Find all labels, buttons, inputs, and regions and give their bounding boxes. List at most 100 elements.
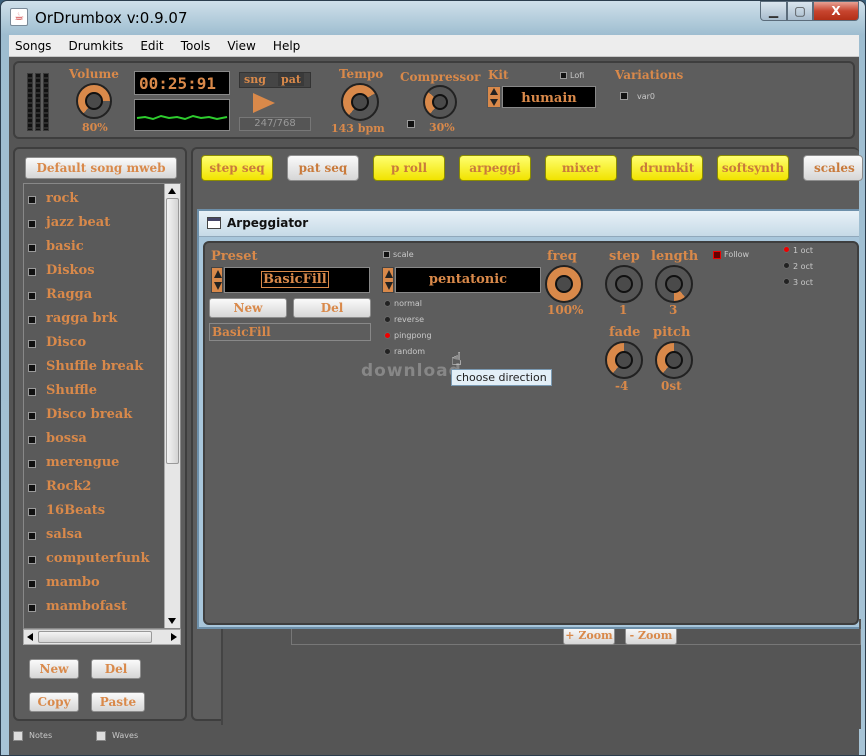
tab-softsynth[interactable]: softsynth (717, 155, 789, 181)
fade-knob[interactable] (605, 341, 643, 379)
song-led[interactable] (28, 412, 36, 420)
tab-arpeggi[interactable]: arpeggi (459, 155, 531, 181)
arpeggiator-titlebar[interactable]: Arpeggiator (199, 211, 859, 237)
song-list-item[interactable]: jazz beat (24, 212, 164, 236)
hscroll-thumb[interactable] (38, 631, 152, 643)
song-name[interactable]: Disco break (46, 407, 132, 422)
song-name[interactable]: Ragga (46, 287, 92, 302)
tempo-knob[interactable] (341, 83, 379, 121)
minimize-button[interactable]: ▁ (760, 1, 787, 21)
song-led[interactable] (28, 484, 36, 492)
direction-reverse-radio[interactable] (384, 316, 391, 323)
zoom-out-button[interactable]: - Zoom (625, 627, 677, 645)
song-list-item[interactable]: salsa (24, 524, 164, 548)
song-led[interactable] (28, 220, 36, 228)
step-knob[interactable] (605, 265, 643, 303)
song-led[interactable] (28, 292, 36, 300)
direction-normal-radio[interactable] (384, 300, 391, 307)
preset-spinner[interactable] (211, 267, 223, 293)
song-name[interactable]: rock (46, 191, 78, 206)
default-song-button[interactable]: Default song mweb (25, 157, 177, 179)
scroll-left-icon[interactable] (27, 633, 33, 641)
song-name[interactable]: Shuffle (46, 383, 97, 398)
menu-view[interactable]: View (221, 35, 261, 57)
delete-song-button[interactable]: Del (91, 659, 141, 679)
song-list-item[interactable]: Disco (24, 332, 164, 356)
song-name[interactable]: computerfunk (46, 551, 150, 566)
song-list-item[interactable]: Shuffle break (24, 356, 164, 380)
song-name[interactable]: Shuffle break (46, 359, 143, 374)
scale-led[interactable] (383, 251, 390, 258)
song-name[interactable]: merengue (46, 455, 119, 470)
song-list-item[interactable]: computerfunk (24, 548, 164, 572)
song-list-item[interactable]: Shuffle (24, 380, 164, 404)
menu-songs[interactable]: Songs (9, 35, 57, 57)
song-led[interactable] (28, 316, 36, 324)
kit-spinner[interactable] (487, 86, 501, 108)
scale-spinner[interactable] (382, 267, 394, 293)
scroll-up-icon[interactable] (168, 188, 176, 194)
song-led[interactable] (28, 604, 36, 612)
freq-knob[interactable] (545, 265, 583, 303)
song-led[interactable] (28, 388, 36, 396)
song-list-scrollbar[interactable] (164, 184, 180, 628)
song-name[interactable]: basic (46, 239, 84, 254)
play-icon[interactable] (253, 93, 275, 113)
maximize-button[interactable]: ▢ (787, 1, 813, 21)
paste-song-button[interactable]: Paste (91, 692, 145, 712)
song-name[interactable]: mambo (46, 575, 100, 590)
song-list-item[interactable]: mambo (24, 572, 164, 596)
oct-1-radio[interactable] (783, 246, 790, 253)
song-list-item[interactable]: basic (24, 236, 164, 260)
tab-step-seq[interactable]: step seq (201, 155, 273, 181)
song-led[interactable] (28, 532, 36, 540)
menu-help[interactable]: Help (267, 35, 306, 57)
close-button[interactable]: X (813, 1, 859, 21)
lofi-led[interactable] (560, 72, 567, 79)
tab-drumkit[interactable]: drumkit (631, 155, 703, 181)
length-knob[interactable] (655, 265, 693, 303)
song-name[interactable]: bossa (46, 431, 87, 446)
song-led[interactable] (28, 556, 36, 564)
song-list-hscrollbar[interactable] (23, 629, 181, 645)
song-led[interactable] (28, 364, 36, 372)
song-list-item[interactable]: Disco break (24, 404, 164, 428)
song-led[interactable] (28, 436, 36, 444)
song-name[interactable]: Rock2 (46, 479, 91, 494)
song-name[interactable]: 16Beats (46, 503, 105, 518)
follow-led[interactable] (713, 251, 721, 259)
song-list-item[interactable]: Diskos (24, 260, 164, 284)
song-led[interactable] (28, 340, 36, 348)
new-preset-button[interactable]: New (209, 298, 287, 318)
preset-name-value[interactable]: BasicFill (212, 325, 271, 339)
song-list-item[interactable]: Rock2 (24, 476, 164, 500)
song-list-item[interactable]: merengue (24, 452, 164, 476)
song-list-item[interactable]: ragga brk (24, 308, 164, 332)
tab-pat-seq[interactable]: pat seq (287, 155, 359, 181)
sng-pat-toggle[interactable]: sng pat (239, 72, 311, 88)
song-led[interactable] (28, 244, 36, 252)
scroll-thumb[interactable] (166, 198, 179, 464)
oct-2-radio[interactable] (783, 262, 790, 269)
tab-mixer[interactable]: mixer (545, 155, 617, 181)
compressor-led[interactable] (407, 120, 415, 128)
song-name[interactable]: Diskos (46, 263, 95, 278)
delete-preset-button[interactable]: Del (293, 298, 371, 318)
song-name[interactable]: salsa (46, 527, 82, 542)
pitch-knob[interactable] (655, 341, 693, 379)
scroll-right-icon[interactable] (171, 633, 177, 641)
scroll-down-icon[interactable] (168, 618, 176, 624)
copy-song-button[interactable]: Copy (29, 692, 79, 712)
volume-knob[interactable] (76, 83, 112, 119)
song-led[interactable] (28, 196, 36, 204)
song-list-item[interactable]: 16Beats (24, 500, 164, 524)
variation-led[interactable] (620, 92, 628, 100)
song-list-item[interactable]: mambofast (24, 596, 164, 620)
pat-label[interactable]: pat (278, 73, 304, 86)
oct-3-radio[interactable] (783, 278, 790, 285)
waves-checkbox[interactable] (96, 731, 106, 741)
song-name[interactable]: jazz beat (46, 215, 110, 230)
song-led[interactable] (28, 268, 36, 276)
song-name[interactable]: Disco (46, 335, 86, 350)
zoom-in-button[interactable]: + Zoom (563, 627, 615, 645)
